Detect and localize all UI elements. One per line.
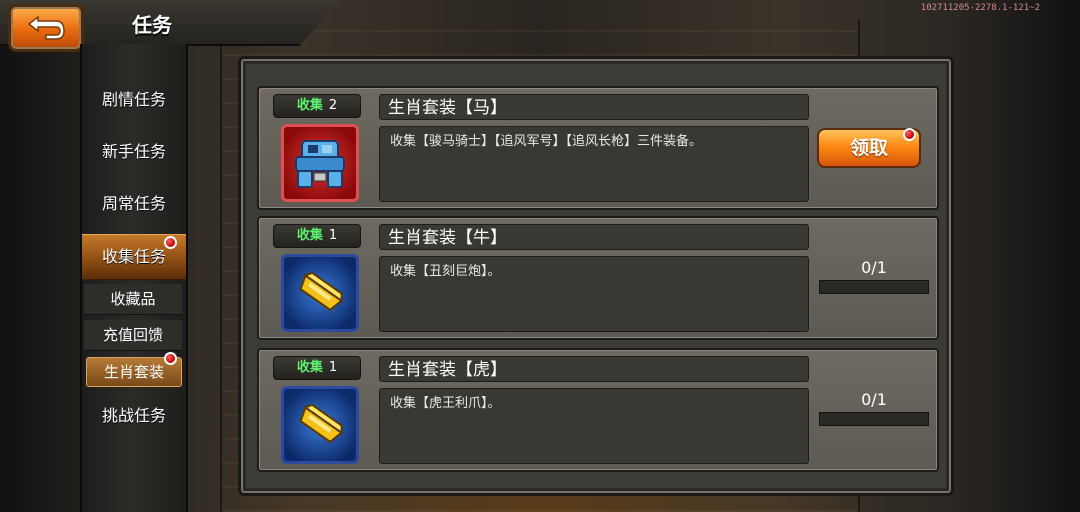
task-title: 生肖套装【牛】 [379,224,809,250]
task-description: 收集【丑刻巨炮】。 [379,256,809,332]
collect-badge: 收集 1 [273,356,361,380]
version-label: 102711205-2278.1-121~2 [920,3,1040,13]
gold-bar-icon[interactable] [281,386,359,464]
progress-label: 0/1 [861,258,887,277]
task-card: 收集 2 生肖套装【马】 收集【骏马骑士】【追风军号】【追风长枪】三件装备。 领取 [257,86,939,210]
task-title: 生肖套装【虎】 [379,356,809,382]
page-title: 任务 [132,13,172,37]
progress-label: 0/1 [861,390,887,409]
task-description: 收集【虎王利爪】。 [379,388,809,464]
collect-badge: 收集 1 [273,224,361,248]
sidebar-item-newbie-tasks[interactable]: 新手任务 [82,130,186,174]
sidebar-subitem-collectibles[interactable]: 收藏品 [84,284,182,315]
claim-notification-dot [903,128,916,141]
collect-badge: 收集 2 [273,94,361,118]
progress-bar [819,280,929,294]
task-description: 收集【骏马骑士】【追风军号】【追风长枪】三件装备。 [379,126,809,202]
sidebar-item-weekly-tasks[interactable]: 周常任务 [82,182,186,226]
zodiac-set-notification-dot [164,352,177,365]
collection-tasks-notification-dot [164,236,177,249]
sidebar-item-challenge-tasks[interactable]: 挑战任务 [82,394,186,438]
task-card: 收集 1 生肖套装【虎】 收集【虎王利爪】。 0/1 [257,348,939,472]
gold-bar-icon[interactable] [281,254,359,332]
sidebar-nav: 剧情任务 新手任务 周常任务 收集任务 收藏品 充值回馈 生肖套装 挑战任务 [80,44,188,512]
sidebar-item-story-tasks[interactable]: 剧情任务 [82,78,186,122]
back-button[interactable] [8,4,84,52]
task-title: 生肖套装【马】 [379,94,809,120]
sidebar-subitem-recharge-rewards[interactable]: 充值回馈 [84,320,182,351]
task-card: 收集 1 生肖套装【牛】 收集【丑刻巨炮】。 0/1 [257,216,939,340]
progress-bar [819,412,929,426]
back-arrow-icon [27,15,65,40]
mech-robot-icon[interactable] [281,124,359,202]
